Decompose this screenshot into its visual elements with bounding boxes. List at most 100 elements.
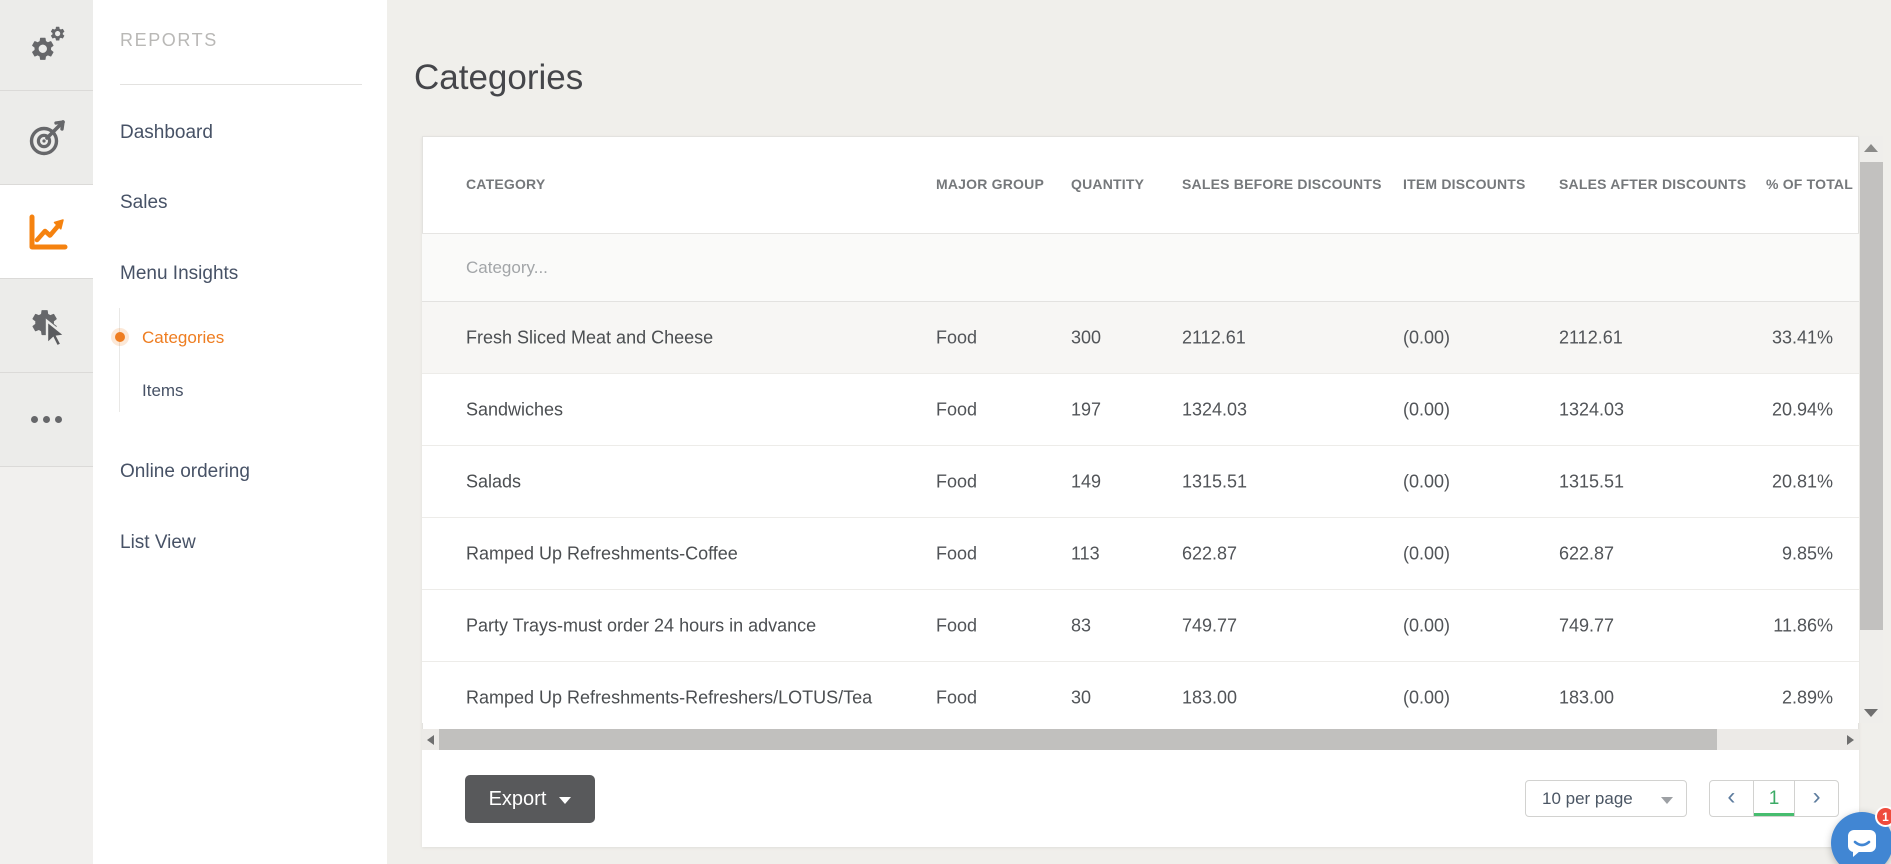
column-header-sales-after-discounts[interactable]: SALES AFTER DISCOUNTS [1559,136,1746,233]
active-bullet [115,332,125,342]
cell-sales-before: 1324.03 [1182,399,1247,420]
cell-major-group: Food [936,615,977,636]
horizontal-scrollbar[interactable] [422,729,1859,750]
cell-sales-after: 749.77 [1559,615,1614,636]
icon-rail [0,0,93,864]
chat-notification-badge[interactable]: 1 [1875,806,1891,827]
cell-pct-total: 20.81% [1772,471,1833,492]
sidebar-item-categories[interactable]: Categories [142,326,224,350]
cell-sales-after: 183.00 [1559,687,1614,708]
page-title: Categories [414,58,583,98]
column-header-item-discounts[interactable]: ITEM DISCOUNTS [1403,136,1526,233]
cell-item-discounts: (0.00) [1403,543,1450,564]
cell-major-group: Food [936,471,977,492]
cell-category: Fresh Sliced Meat and Cheese [466,327,713,348]
sidebar-item-items[interactable]: Items [142,379,184,403]
table-row: Salads Food 149 1315.51 (0.00) 1315.51 2… [422,446,1859,518]
column-header-sales-before-discounts[interactable]: SALES BEFORE DISCOUNTS [1182,136,1382,233]
table-row: Party Trays-must order 24 hours in advan… [422,590,1859,662]
sidebar-title: REPORTS [120,30,218,51]
cell-pct-total: 33.41% [1772,327,1833,348]
sidebar-item-dashboard[interactable]: Dashboard [120,121,213,145]
cell-quantity: 197 [1071,399,1101,420]
cell-major-group: Food [936,687,977,708]
column-header-pct-of-total[interactable]: % OF TOTAL [1766,136,1853,233]
cell-category: Party Trays-must order 24 hours in advan… [466,615,816,636]
cell-major-group: Food [936,327,977,348]
table-footer: Export 10 per page ‹ 1 › [422,750,1859,847]
gears-icon [25,23,69,67]
table-filter-row [422,233,1859,302]
vertical-scrollbar-thumb[interactable] [1860,162,1883,630]
cell-sales-after: 1324.03 [1559,399,1624,420]
current-page-button[interactable]: 1 [1753,781,1796,816]
cell-sales-before: 1315.51 [1182,471,1247,492]
scroll-left-arrow-icon[interactable] [427,735,434,745]
cell-item-discounts: (0.00) [1403,471,1450,492]
chart-icon [25,211,69,253]
export-button[interactable]: Export [465,775,595,823]
chat-bubble-icon [1844,825,1880,861]
cell-sales-before: 749.77 [1182,615,1237,636]
cell-category: Sandwiches [466,399,563,420]
cell-item-discounts: (0.00) [1403,327,1450,348]
export-button-label: Export [489,788,547,811]
table-row: Sandwiches Food 197 1324.03 (0.00) 1324.… [422,374,1859,446]
table-body: Fresh Sliced Meat and Cheese Food 300 21… [422,302,1859,723]
categories-report-card: CATEGORY MAJOR GROUP QUANTITY SALES BEFO… [422,136,1859,847]
cell-item-discounts: (0.00) [1403,687,1450,708]
rail-empty-area [0,467,93,864]
next-page-button[interactable]: › [1795,781,1838,816]
category-filter-input[interactable] [466,251,796,285]
scroll-up-arrow-icon[interactable] [1864,144,1878,152]
chevron-down-icon [1661,797,1673,804]
per-page-label: 10 per page [1526,789,1633,809]
cell-quantity: 300 [1071,327,1101,348]
rail-item-reports[interactable] [0,185,93,279]
cell-major-group: Food [936,543,977,564]
table-row: Fresh Sliced Meat and Cheese Food 300 21… [422,302,1859,374]
cell-quantity: 149 [1071,471,1101,492]
column-header-major-group[interactable]: MAJOR GROUP [936,136,1044,233]
chevron-down-icon [559,797,571,804]
target-icon [26,117,68,159]
cell-quantity: 113 [1071,543,1100,564]
cell-pct-total: 11.86% [1773,615,1833,636]
table-row: Ramped Up Refreshments-Coffee Food 113 6… [422,518,1859,590]
vertical-scrollbar[interactable] [1860,136,1883,723]
cell-quantity: 83 [1071,615,1091,636]
column-header-category[interactable]: CATEGORY [466,136,545,233]
scroll-right-arrow-icon[interactable] [1847,735,1854,745]
per-page-dropdown[interactable]: 10 per page [1525,780,1687,817]
rail-item-marketing[interactable] [0,91,93,185]
ellipsis-icon [31,416,62,423]
sidebar-divider [120,84,362,85]
prev-page-button[interactable]: ‹ [1710,781,1753,816]
cell-item-discounts: (0.00) [1403,399,1450,420]
cell-pct-total: 2.89% [1782,687,1833,708]
cell-sales-after: 622.87 [1559,543,1614,564]
scroll-down-arrow-icon[interactable] [1864,709,1878,717]
rail-item-settings[interactable] [0,0,93,91]
pagination: ‹ 1 › [1709,780,1839,817]
rail-item-automation[interactable] [0,279,93,373]
cell-sales-after: 1315.51 [1559,471,1624,492]
cell-sales-before: 622.87 [1182,543,1237,564]
table-header-row: CATEGORY MAJOR GROUP QUANTITY SALES BEFO… [422,136,1859,233]
sidebar-item-sales[interactable]: Sales [120,191,168,215]
horizontal-scrollbar-thumb[interactable] [439,729,1717,750]
sidebar-item-menu-insights[interactable]: Menu Insights [120,262,238,286]
cell-category: Ramped Up Refreshments-Coffee [466,543,738,564]
cell-pct-total: 20.94% [1772,399,1833,420]
reports-sidebar: REPORTS Dashboard Sales Menu Insights Ca… [93,0,387,864]
subnav-line [119,308,120,412]
cell-sales-before: 183.00 [1182,687,1237,708]
sidebar-item-online-ordering[interactable]: Online ordering [120,460,250,484]
sidebar-item-list-view[interactable]: List View [120,531,196,555]
gear-cursor-icon [25,304,69,348]
cell-sales-before: 2112.61 [1182,327,1246,348]
column-header-quantity[interactable]: QUANTITY [1071,136,1144,233]
cell-category: Salads [466,471,521,492]
rail-item-more[interactable] [0,373,93,467]
table-row: Ramped Up Refreshments-Refreshers/LOTUS/… [422,662,1859,723]
